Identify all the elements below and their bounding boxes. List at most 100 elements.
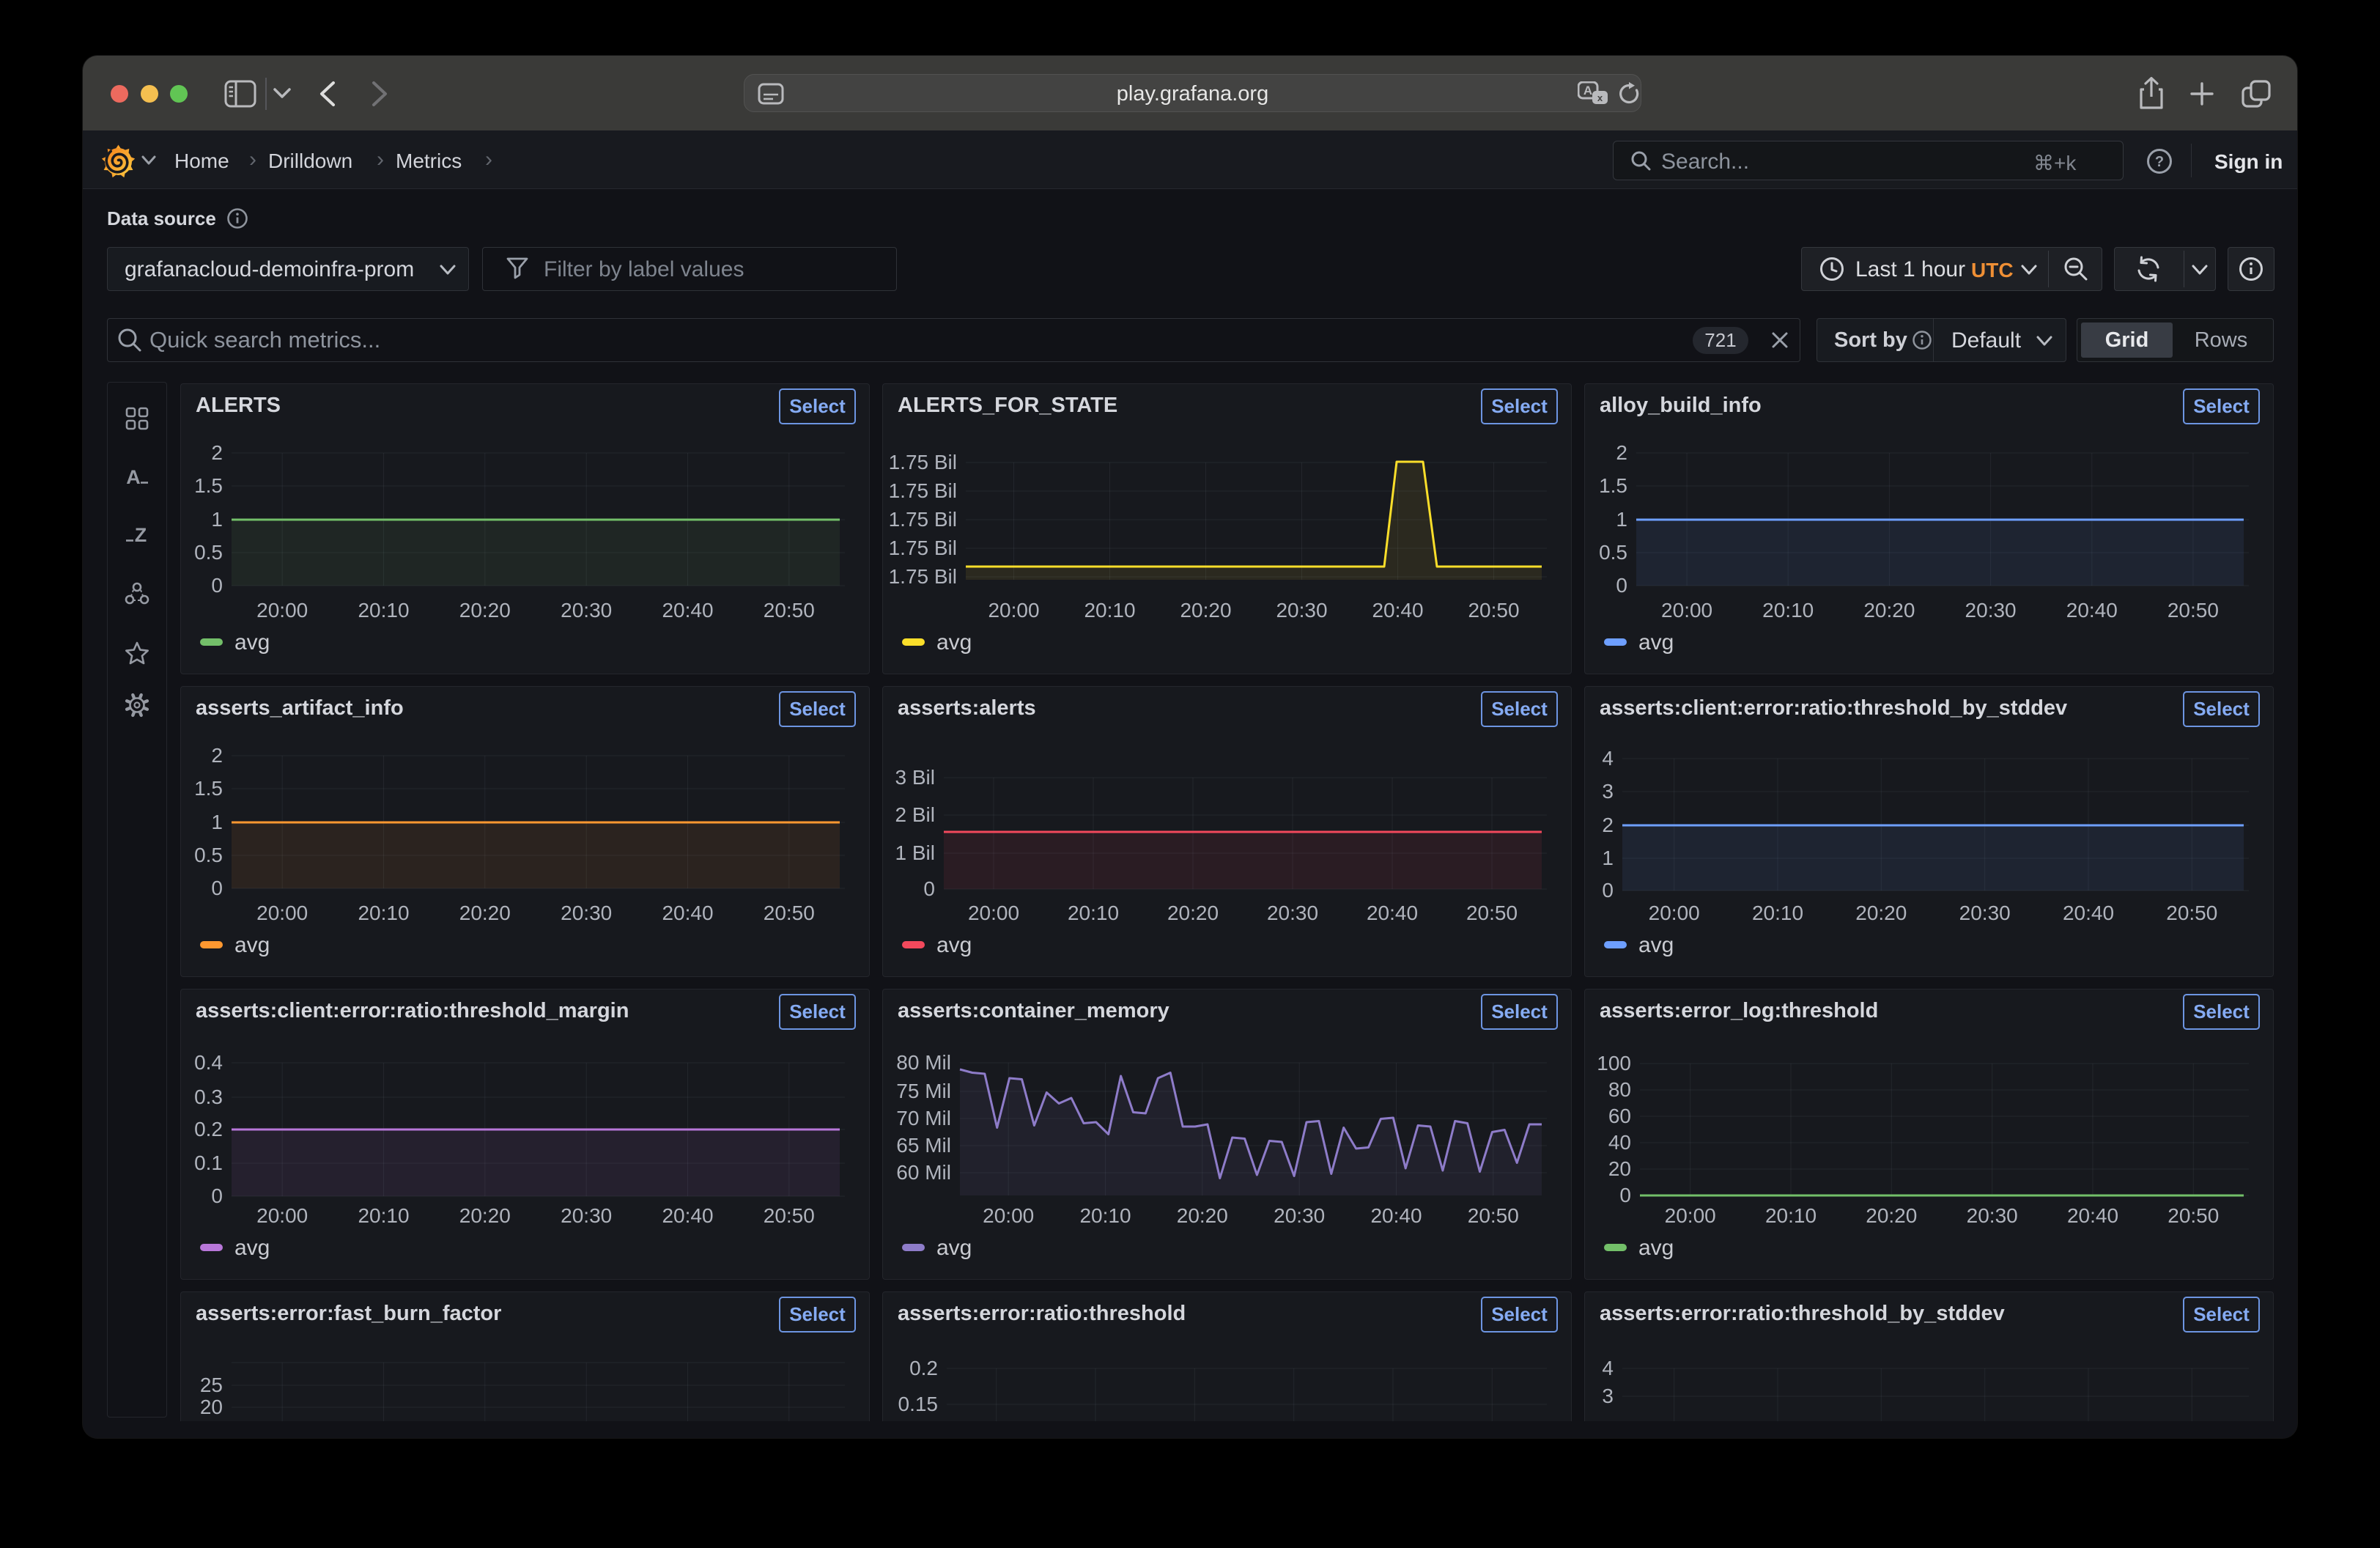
- svg-text:1: 1: [211, 811, 223, 833]
- svg-text:1.75 Bil: 1.75 Bil: [889, 451, 957, 473]
- svg-text:20:10: 20:10: [1752, 902, 1803, 924]
- svg-text:0.1: 0.1: [194, 1151, 223, 1174]
- svg-text:20:40: 20:40: [1370, 1204, 1422, 1227]
- svg-text:20:50: 20:50: [1468, 1204, 1519, 1227]
- svg-text:1.5: 1.5: [1599, 474, 1627, 497]
- svg-text:A: A: [1583, 84, 1592, 97]
- svg-text:20:20: 20:20: [459, 1204, 511, 1227]
- svg-text:0.5: 0.5: [1599, 541, 1627, 564]
- svg-text:20:00: 20:00: [1661, 599, 1712, 622]
- svg-text:40: 40: [1608, 1131, 1631, 1154]
- svg-text:avg: avg: [1638, 630, 1674, 655]
- svg-text:0: 0: [923, 877, 935, 900]
- svg-text:avg: avg: [1638, 1236, 1674, 1260]
- svg-text:20:40: 20:40: [2063, 902, 2114, 924]
- svg-text:65 Mil: 65 Mil: [896, 1134, 951, 1157]
- svg-text:avg: avg: [234, 1236, 270, 1260]
- svg-text:0: 0: [211, 1184, 223, 1207]
- svg-text:0: 0: [1619, 1184, 1631, 1206]
- svg-text:2 Bil: 2 Bil: [895, 803, 935, 826]
- svg-text:20:40: 20:40: [2067, 1204, 2118, 1227]
- svg-text:avg: avg: [1638, 933, 1674, 957]
- svg-text:20:10: 20:10: [358, 599, 409, 622]
- svg-text:20:40: 20:40: [1367, 902, 1418, 924]
- svg-text:20:50: 20:50: [2168, 1204, 2219, 1227]
- svg-text:0.2: 0.2: [909, 1357, 938, 1379]
- svg-text:20:30: 20:30: [1276, 599, 1327, 622]
- svg-text:20:10: 20:10: [1084, 599, 1135, 622]
- svg-text:2: 2: [1602, 814, 1614, 836]
- svg-text:20:00: 20:00: [256, 1204, 308, 1227]
- svg-text:3: 3: [1602, 780, 1614, 803]
- svg-text:0: 0: [211, 574, 223, 597]
- svg-text:20:20: 20:20: [1177, 1204, 1228, 1227]
- svg-text:avg: avg: [234, 933, 270, 957]
- svg-text:20:50: 20:50: [2168, 599, 2219, 622]
- svg-text:20:00: 20:00: [983, 1204, 1034, 1227]
- svg-text:avg: avg: [936, 933, 972, 957]
- svg-text:25: 25: [200, 1374, 223, 1396]
- svg-text:20:30: 20:30: [1967, 1204, 2018, 1227]
- svg-text:75 Mil: 75 Mil: [896, 1080, 951, 1102]
- svg-text:x: x: [1597, 92, 1603, 103]
- svg-text:1: 1: [1616, 508, 1627, 531]
- svg-text:20:40: 20:40: [1372, 599, 1423, 622]
- svg-text:20:30: 20:30: [561, 599, 612, 622]
- svg-text:0.5: 0.5: [194, 844, 223, 866]
- svg-text:20:30: 20:30: [1267, 902, 1318, 924]
- svg-text:20:20: 20:20: [459, 902, 511, 924]
- svg-text:0: 0: [211, 877, 223, 899]
- svg-text:20:00: 20:00: [256, 902, 308, 924]
- svg-text:0: 0: [1602, 879, 1614, 902]
- svg-text:20:10: 20:10: [1765, 1204, 1817, 1227]
- svg-text:60 Mil: 60 Mil: [896, 1161, 951, 1184]
- svg-text:avg: avg: [234, 630, 270, 655]
- svg-text:3 Bil: 3 Bil: [895, 766, 935, 789]
- svg-text:20:30: 20:30: [1965, 599, 2017, 622]
- svg-text:20:30: 20:30: [1274, 1204, 1325, 1227]
- svg-text:4: 4: [1602, 747, 1614, 770]
- svg-text:20:20: 20:20: [1855, 902, 1907, 924]
- svg-text:20:10: 20:10: [1068, 902, 1119, 924]
- svg-text:2: 2: [211, 441, 223, 464]
- svg-text:80: 80: [1608, 1078, 1631, 1101]
- svg-text:4: 4: [1602, 1357, 1614, 1379]
- svg-text:20:10: 20:10: [1762, 599, 1814, 622]
- svg-text:1: 1: [1602, 847, 1614, 869]
- svg-text:1.5: 1.5: [194, 474, 223, 497]
- svg-text:0: 0: [1616, 574, 1627, 597]
- svg-text:20: 20: [1608, 1157, 1631, 1180]
- svg-text:1.75 Bil: 1.75 Bil: [889, 508, 957, 531]
- svg-text:20:50: 20:50: [1468, 599, 1519, 622]
- svg-text:20:20: 20:20: [1863, 599, 1915, 622]
- svg-text:100: 100: [1597, 1052, 1631, 1075]
- svg-text:1.75 Bil: 1.75 Bil: [889, 537, 957, 559]
- svg-text:3: 3: [1602, 1385, 1614, 1407]
- svg-text:2: 2: [1616, 441, 1627, 464]
- svg-text:20:30: 20:30: [1959, 902, 2011, 924]
- svg-text:20:00: 20:00: [1649, 902, 1700, 924]
- svg-text:?: ?: [2155, 154, 2164, 170]
- svg-text:20:40: 20:40: [662, 599, 713, 622]
- svg-text:1: 1: [211, 508, 223, 531]
- svg-text:20:20: 20:20: [459, 599, 511, 622]
- svg-text:0.3: 0.3: [194, 1086, 223, 1108]
- svg-text:20:20: 20:20: [1167, 902, 1219, 924]
- svg-text:20: 20: [200, 1396, 223, 1418]
- svg-text:20:50: 20:50: [1466, 902, 1518, 924]
- svg-text:A: A: [126, 466, 141, 488]
- svg-text:1 Bil: 1 Bil: [895, 841, 935, 864]
- svg-text:20:20: 20:20: [1866, 1204, 1917, 1227]
- svg-text:20:50: 20:50: [764, 902, 815, 924]
- svg-text:20:10: 20:10: [358, 1204, 409, 1227]
- svg-text:20:50: 20:50: [2166, 902, 2217, 924]
- svg-text:20:10: 20:10: [1079, 1204, 1131, 1227]
- svg-text:20:00: 20:00: [968, 902, 1019, 924]
- svg-text:20:10: 20:10: [358, 902, 409, 924]
- svg-text:20:00: 20:00: [256, 599, 308, 622]
- svg-text:avg: avg: [936, 630, 972, 655]
- svg-text:0.15: 0.15: [898, 1393, 939, 1415]
- svg-text:20:20: 20:20: [1180, 599, 1231, 622]
- svg-text:1.75 Bil: 1.75 Bil: [889, 479, 957, 502]
- svg-text:1.5: 1.5: [194, 777, 223, 800]
